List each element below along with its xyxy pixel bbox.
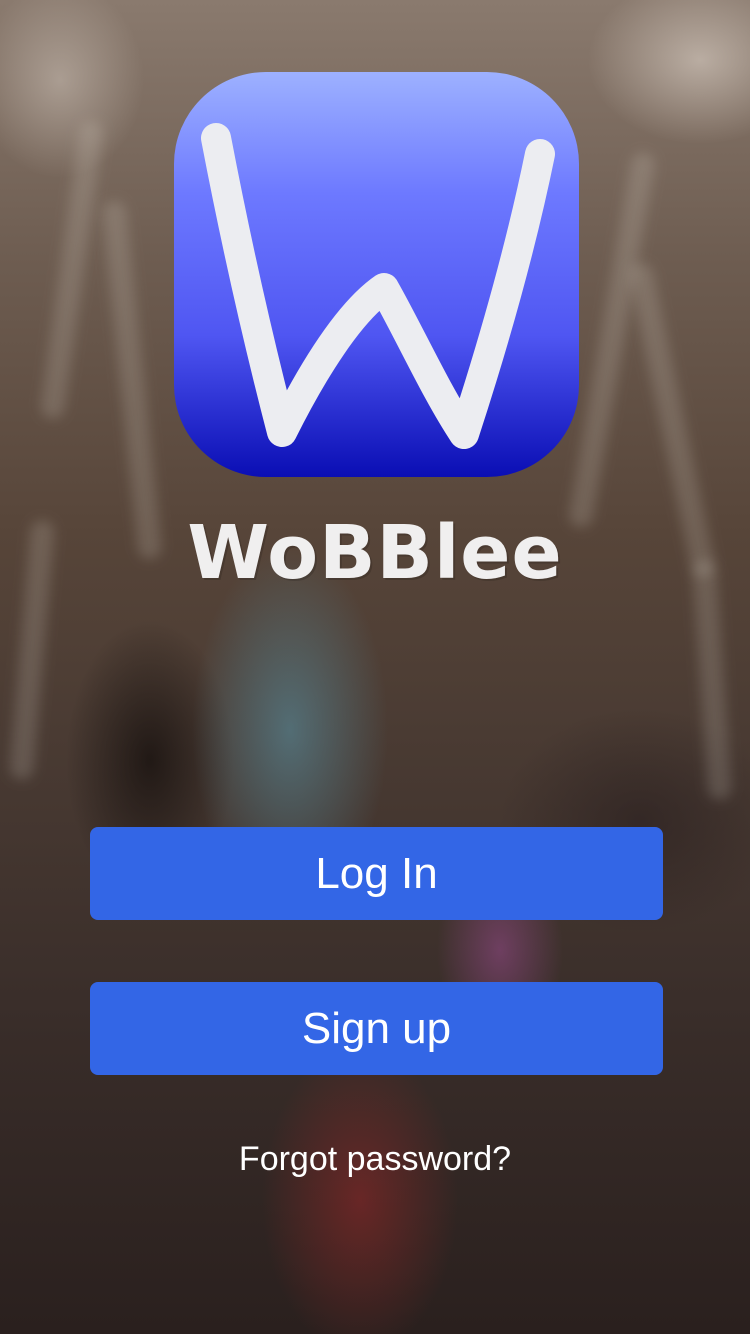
login-button[interactable]: Log In	[90, 827, 663, 920]
w-logo-mark	[201, 123, 555, 449]
app-logo-icon	[174, 72, 579, 477]
brand-name: WoBBlee	[187, 510, 563, 596]
signup-button[interactable]: Sign up	[90, 982, 663, 1075]
forgot-password-link[interactable]: Forgot password?	[0, 1140, 750, 1179]
